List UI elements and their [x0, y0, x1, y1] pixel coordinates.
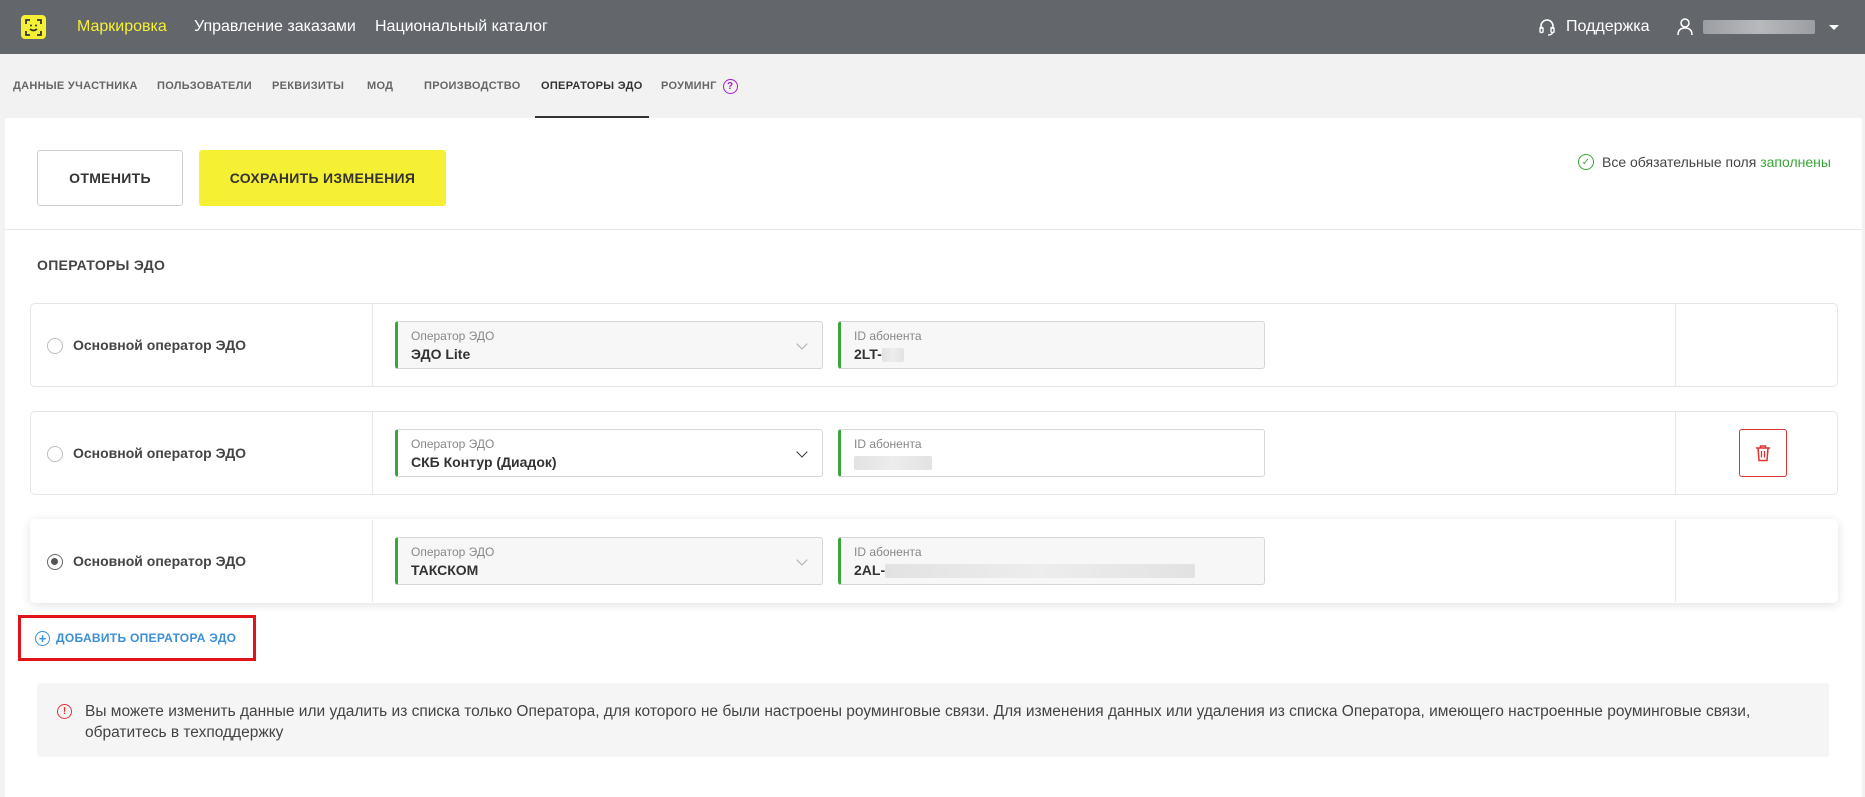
tab-roaming-label: РОУМИНГ	[661, 80, 717, 92]
save-changes-button[interactable]: СОХРАНИТЬ ИЗМЕНЕНИЯ	[199, 150, 446, 206]
operator-row: Основной оператор ЭДО Оператор ЭДО СКБ К…	[30, 411, 1838, 495]
add-edo-operator-label: ДОБАВИТЬ ОПЕРАТОРА ЭДО	[56, 631, 237, 645]
chevron-down-icon	[796, 446, 808, 458]
nav-order-management[interactable]: Управление заказами	[194, 0, 356, 54]
support-link[interactable]: Поддержка	[1538, 0, 1649, 54]
delete-operator-button[interactable]	[1739, 429, 1787, 477]
operator-row: Основной оператор ЭДО Оператор ЭДО ЭДО L…	[30, 303, 1838, 387]
operator-select-value: СКБ Контур (Диадок)	[411, 454, 557, 470]
info-notice: ! Вы можете изменить данные или удалить …	[37, 683, 1829, 757]
operator-select-value: ТАКСКОМ	[411, 562, 479, 578]
plus-circle-icon: +	[35, 630, 50, 646]
primary-operator-radio[interactable]	[47, 446, 63, 462]
user-name-redacted	[1703, 20, 1815, 34]
info-notice-text: Вы можете изменить данные или удалить из…	[85, 703, 1751, 741]
tab-requisites[interactable]: РЕКВИЗИТЫ	[272, 54, 344, 118]
tab-mod[interactable]: МОД	[367, 54, 393, 118]
user-menu[interactable]	[1677, 0, 1839, 54]
cancel-button[interactable]: ОТМЕНИТЬ	[37, 150, 183, 206]
settings-tabs: ДАННЫЕ УЧАСТНИКА ПОЛЬЗОВАТЕЛИ РЕКВИЗИТЫ …	[0, 54, 1865, 118]
tab-participant-data[interactable]: ДАННЫЕ УЧАСТНИКА	[13, 54, 138, 118]
required-fields-text: Все обязательные поля заполнены	[1602, 154, 1831, 170]
check-circle-icon: ✓	[1578, 154, 1594, 170]
operator-select[interactable]: Оператор ЭДО ТАКСКОМ	[395, 537, 823, 585]
status-ok-text: заполнены	[1760, 154, 1831, 170]
primary-operator-label: Основной оператор ЭДО	[73, 337, 247, 353]
user-icon	[1677, 18, 1693, 36]
trash-icon	[1756, 445, 1770, 462]
subscriber-id-field[interactable]: ID абонента 2LT-	[838, 321, 1265, 369]
primary-operator-label: Основной оператор ЭДО	[73, 553, 247, 569]
operator-select[interactable]: Оператор ЭДО СКБ Контур (Диадок)	[395, 429, 823, 477]
nav-markirovka[interactable]: Маркировка	[77, 0, 167, 54]
divider	[5, 229, 1862, 230]
chevron-down-icon	[796, 338, 808, 350]
tab-roaming[interactable]: РОУМИНГ ?	[661, 54, 738, 118]
logo-icon[interactable]	[21, 15, 46, 39]
subscriber-id-value: 2LT-	[854, 346, 882, 362]
operator-select-value: ЭДО Lite	[411, 346, 471, 362]
info-icon: !	[57, 704, 72, 719]
subscriber-id-value: 2AL-	[854, 562, 886, 578]
required-fields-status: ✓ Все обязательные поля заполнены	[1578, 152, 1831, 172]
nav-national-catalog[interactable]: Национальный каталог	[375, 0, 548, 54]
operator-select[interactable]: Оператор ЭДО ЭДО Lite	[395, 321, 823, 369]
tab-edo-operators[interactable]: ОПЕРАТОРЫ ЭДО	[535, 54, 649, 118]
primary-operator-radio[interactable]	[47, 338, 63, 354]
tab-production[interactable]: ПРОИЗВОДСТВО	[424, 54, 521, 118]
chevron-down-icon	[1829, 24, 1839, 30]
top-navbar: Маркировка Управление заказами Националь…	[0, 0, 1865, 54]
chevron-down-icon	[796, 554, 808, 566]
headset-icon	[1539, 19, 1555, 36]
primary-operator-radio[interactable]	[47, 554, 63, 570]
subscriber-id-field[interactable]: ID абонента	[838, 429, 1265, 477]
section-title: ОПЕРАТОРЫ ЭДО	[37, 257, 166, 273]
primary-operator-label: Основной оператор ЭДО	[73, 445, 247, 461]
support-label: Поддержка	[1566, 18, 1650, 35]
operator-row: Основной оператор ЭДО Оператор ЭДО ТАКСК…	[30, 519, 1838, 603]
add-edo-operator-button[interactable]: + ДОБАВИТЬ ОПЕРАТОРА ЭДО	[18, 615, 256, 661]
tab-users[interactable]: ПОЛЬЗОВАТЕЛИ	[157, 54, 252, 118]
help-icon[interactable]: ?	[722, 78, 738, 94]
subscriber-id-field[interactable]: ID абонента 2AL-	[838, 537, 1265, 585]
